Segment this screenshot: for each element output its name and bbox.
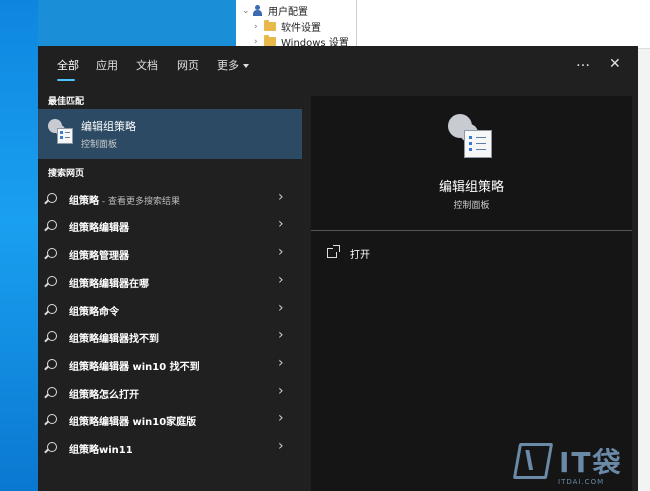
web-result-label: 组策略 - 查看更多搜索结果 — [69, 196, 180, 207]
chevron-right-icon[interactable]: › — [254, 22, 264, 32]
web-result-label: 组策略win11 — [69, 445, 133, 456]
close-icon[interactable]: ✕ — [609, 56, 621, 72]
search-icon — [47, 387, 57, 397]
web-result-label: 组策略编辑器在哪 — [69, 279, 149, 290]
web-result-item[interactable]: 组策略编辑器 win10家庭版 › — [38, 407, 302, 434]
chevron-right-icon[interactable]: › — [278, 189, 284, 205]
chevron-right-icon[interactable]: › — [254, 37, 264, 47]
group-policy-icon — [448, 114, 494, 160]
chevron-right-icon[interactable]: › — [278, 355, 284, 371]
web-result-item[interactable]: 组策略命令 › — [38, 297, 302, 324]
tab-all[interactable]: 全部 — [57, 57, 79, 73]
watermark-url: ITDAI.COM — [558, 478, 605, 486]
chevron-right-icon[interactable]: › — [278, 383, 284, 399]
best-match-title: 编辑组策略 — [81, 120, 136, 133]
explorer-window: ⌄ 用户配置 › 软件设置 › Windows 设置 — [236, 0, 650, 49]
active-tab-indicator — [57, 79, 75, 81]
chevron-right-icon[interactable]: › — [278, 300, 284, 316]
chevron-right-icon[interactable]: › — [278, 438, 284, 454]
group-policy-icon — [48, 119, 74, 145]
web-result-item[interactable]: 组策略编辑器 win10 找不到 › — [38, 352, 302, 379]
search-icon — [47, 276, 57, 286]
best-match-item[interactable]: 编辑组策略 控制面板 — [38, 109, 302, 159]
search-panel: 全部 应用 文档 网页 更多 … ✕ 最佳匹配 编辑组策略 控制面板 搜索网页 … — [38, 46, 638, 491]
chevron-right-icon[interactable]: › — [278, 244, 284, 260]
best-match-subtitle: 控制面板 — [81, 140, 118, 150]
tab-apps[interactable]: 应用 — [96, 57, 118, 73]
watermark-text: IT袋 — [559, 446, 623, 479]
web-result-item[interactable]: 组策略编辑器找不到 › — [38, 324, 302, 351]
search-icon — [47, 442, 57, 452]
chevron-right-icon[interactable]: › — [278, 272, 284, 288]
preview-divider — [311, 230, 632, 231]
tree-item-user-config[interactable]: ⌄ 用户配置 — [242, 3, 308, 18]
folder-icon — [264, 35, 276, 46]
desktop-background — [0, 0, 38, 491]
search-icon — [47, 220, 57, 230]
preview-pane: 编辑组策略 控制面板 打开 — [311, 96, 632, 491]
web-result-item[interactable]: 组策略 - 查看更多搜索结果 › — [38, 186, 302, 213]
search-icon — [47, 331, 57, 341]
user-icon — [252, 5, 264, 16]
tree-item-software-settings[interactable]: › 软件设置 — [254, 19, 321, 34]
search-icon — [47, 248, 57, 258]
web-result-item[interactable]: 组策略win11 › — [38, 435, 302, 462]
open-external-icon — [327, 245, 340, 258]
window-edge — [638, 0, 650, 491]
search-icon — [47, 304, 57, 314]
web-result-label: 组策略编辑器 win10家庭版 — [69, 417, 197, 428]
tab-web[interactable]: 网页 — [177, 57, 199, 73]
web-result-label: 组策略管理器 — [69, 251, 129, 262]
chevron-down-icon[interactable]: ⌄ — [242, 6, 252, 16]
tree-item-label: 用户配置 — [268, 7, 308, 18]
open-button-label: 打开 — [350, 250, 370, 261]
search-tabs: 全部 应用 文档 网页 更多 … ✕ — [38, 46, 638, 90]
chevron-right-icon[interactable]: › — [278, 327, 284, 343]
caret-down-icon — [243, 64, 249, 68]
watermark-logo: IT袋 ITDAI.COM — [512, 441, 640, 491]
pane-divider — [356, 0, 357, 48]
web-result-item[interactable]: 组策略编辑器 › — [38, 213, 302, 240]
web-result-item[interactable]: 组策略编辑器在哪 › — [38, 269, 302, 296]
tab-more[interactable]: 更多 — [217, 57, 249, 73]
web-result-label: 组策略编辑器 — [69, 223, 129, 234]
web-result-label: 组策略编辑器 win10 找不到 — [69, 362, 200, 373]
preview-title: 编辑组策略 — [438, 180, 504, 195]
web-result-label: 组策略怎么打开 — [69, 390, 139, 401]
tab-documents[interactable]: 文档 — [136, 57, 158, 73]
web-result-label: 组策略编辑器找不到 — [69, 334, 159, 345]
web-search-heading: 搜索网页 — [48, 169, 85, 179]
web-result-item[interactable]: 组策略管理器 › — [38, 241, 302, 268]
tab-more-label: 更多 — [217, 59, 239, 72]
search-icon — [47, 359, 57, 369]
folder-icon — [264, 20, 276, 31]
chevron-right-icon[interactable]: › — [278, 216, 284, 232]
search-icon — [47, 414, 57, 424]
web-result-label: 组策略命令 — [69, 307, 119, 318]
tree-item-label: 软件设置 — [281, 23, 321, 34]
chevron-right-icon[interactable]: › — [278, 410, 284, 426]
preview-subtitle: 控制面板 — [453, 201, 490, 211]
more-options-icon[interactable]: … — [576, 54, 590, 70]
search-icon — [47, 193, 57, 203]
watermark-mark — [512, 443, 554, 479]
web-result-item[interactable]: 组策略怎么打开 › — [38, 380, 302, 407]
best-match-heading: 最佳匹配 — [48, 97, 85, 107]
